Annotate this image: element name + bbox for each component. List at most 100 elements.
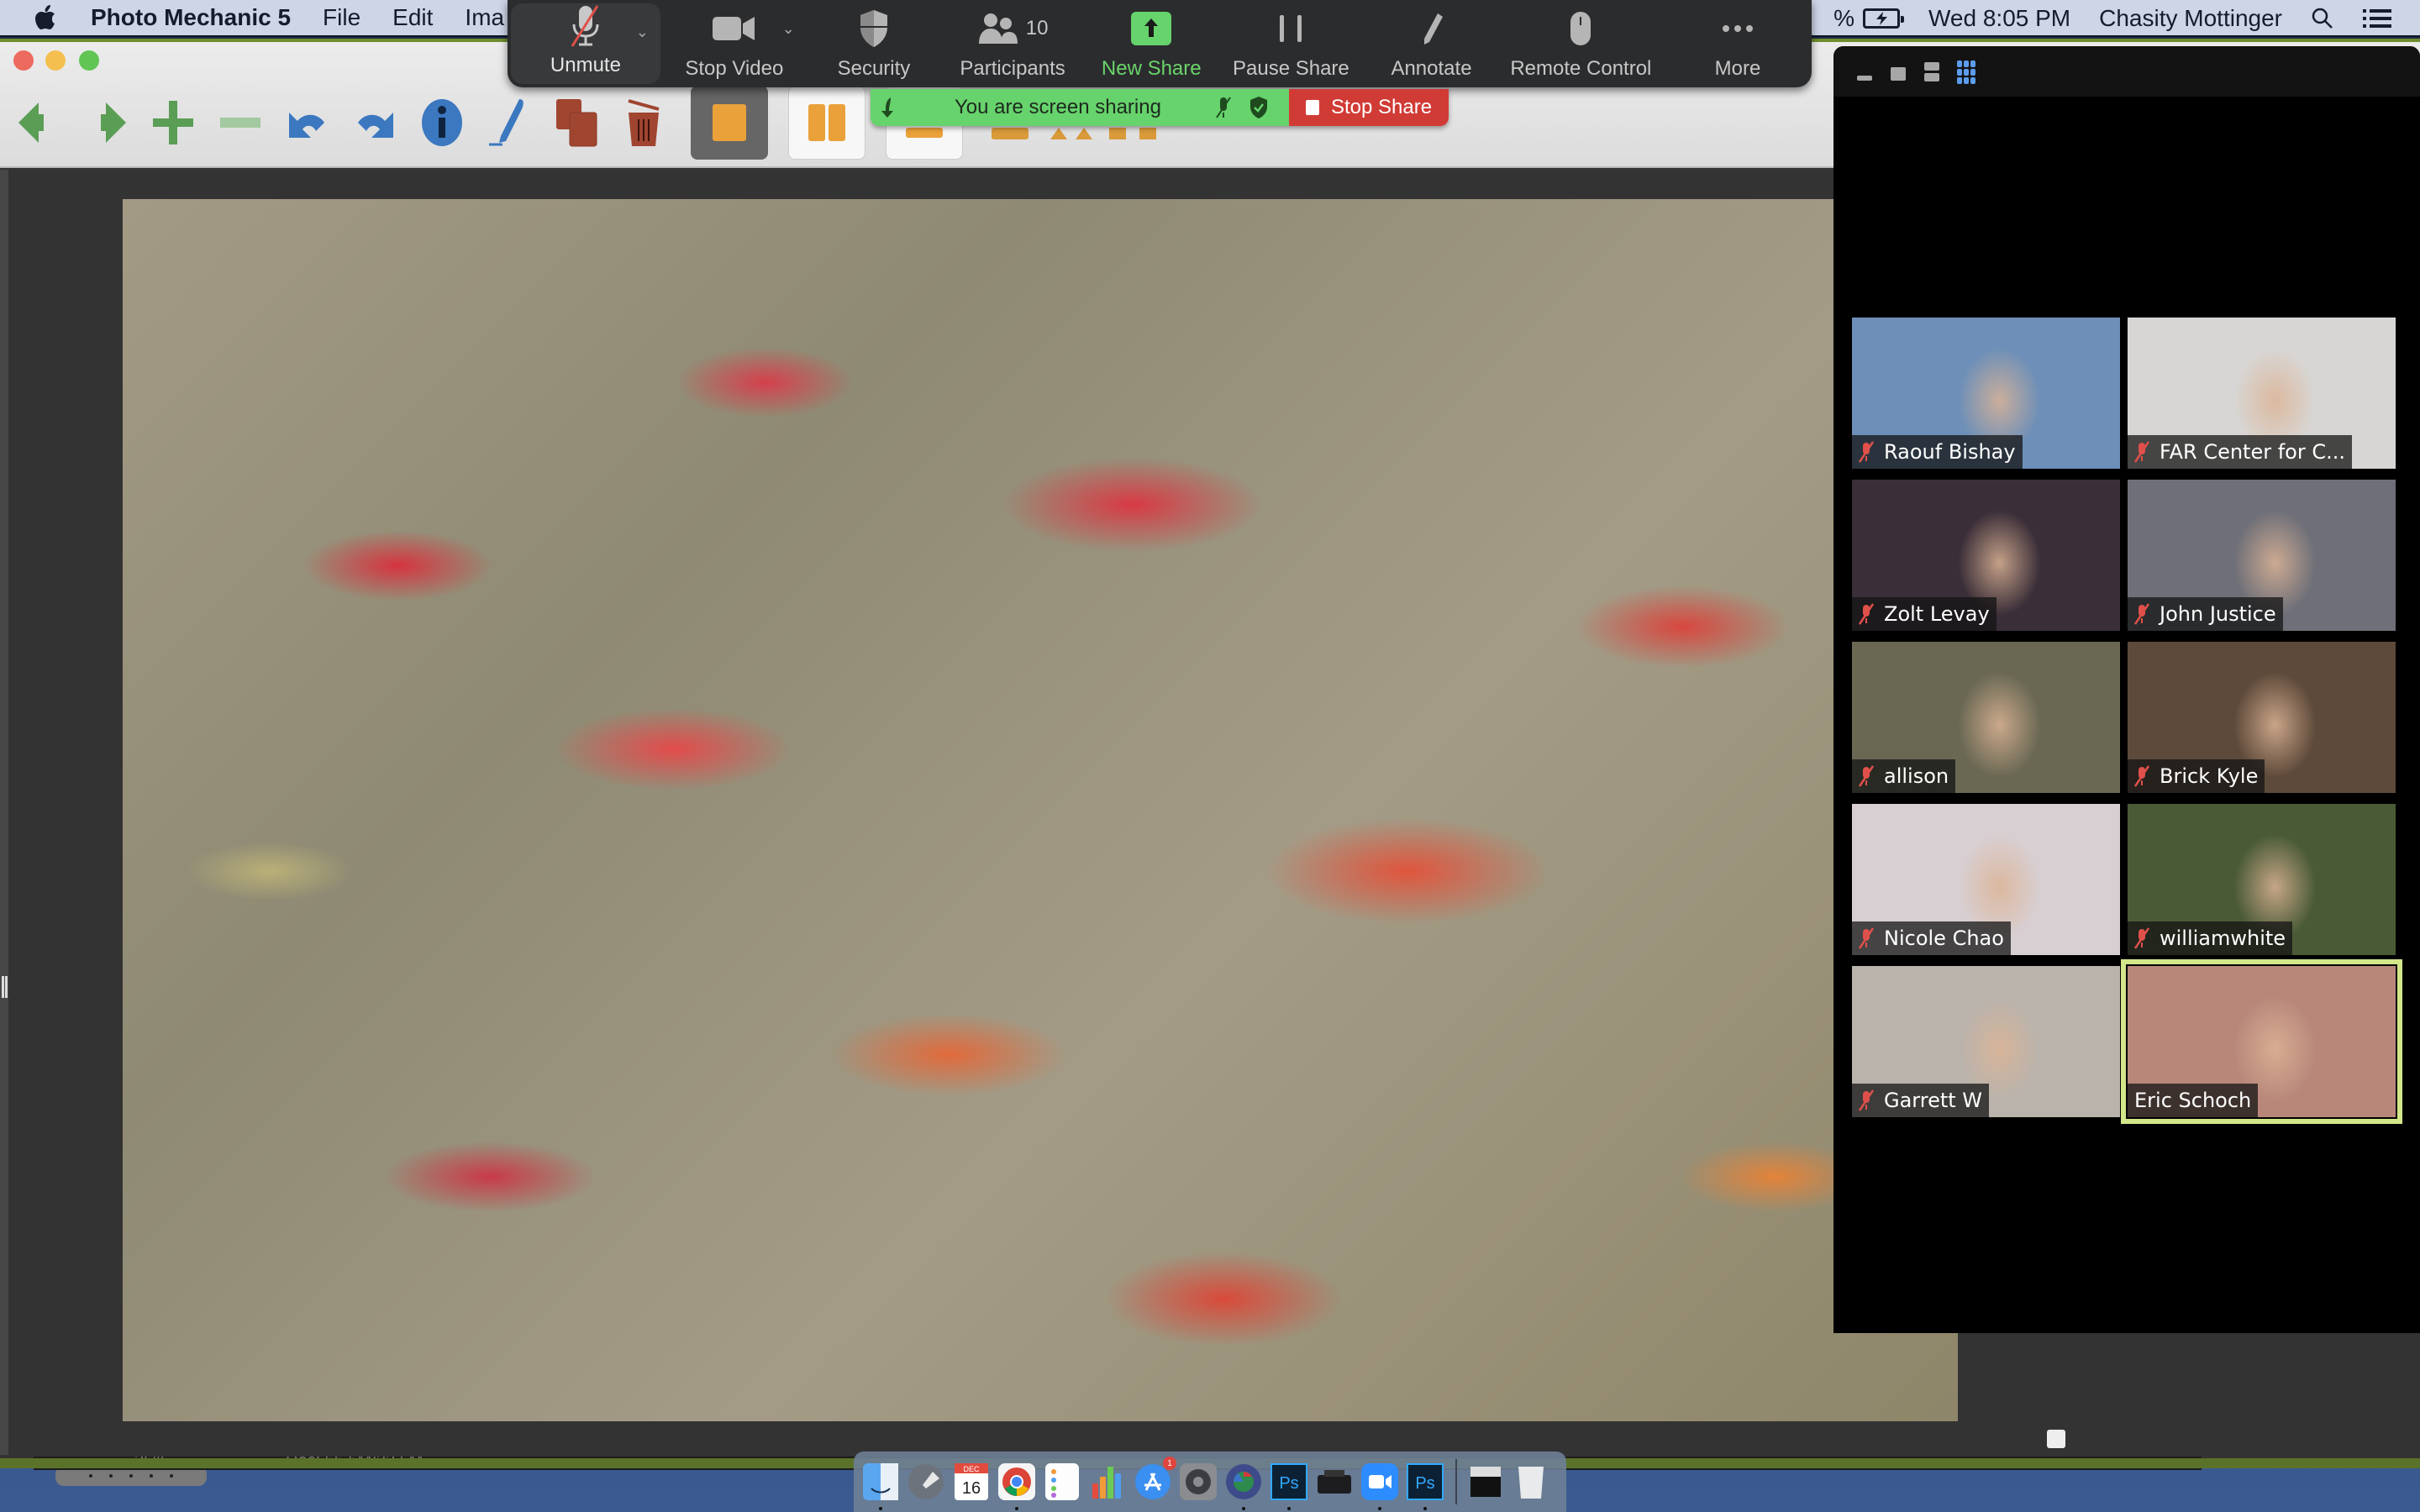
- video-options-chevron-icon[interactable]: ⌄: [782, 20, 795, 38]
- participant-name: Brick Kyle: [2160, 764, 2259, 788]
- participant-name-tag: Eric Schoch: [2128, 1084, 2259, 1117]
- participant-tile[interactable]: williamwhite: [2128, 804, 2396, 955]
- pause-share-button[interactable]: Pause Share: [1217, 0, 1365, 87]
- unmute-button[interactable]: Unmute ⌄: [511, 3, 660, 84]
- participant-tile[interactable]: Eric Schoch: [2121, 959, 2402, 1124]
- gallery-header: [1833, 46, 2420, 97]
- participant-tile[interactable]: Brick Kyle: [2128, 642, 2396, 793]
- window-close-button[interactable]: [13, 50, 34, 71]
- microphone-muted-icon: [2134, 765, 2149, 787]
- gallery-view-button[interactable]: [1956, 59, 1976, 84]
- edit-button[interactable]: [479, 89, 539, 156]
- new-share-button[interactable]: New Share: [1086, 0, 1217, 87]
- notification-center-icon[interactable]: [2363, 8, 2391, 29]
- speaker-view-button[interactable]: [1889, 59, 1906, 84]
- next-button[interactable]: [76, 89, 136, 156]
- minimize-video-button[interactable]: [1855, 59, 1872, 84]
- two-frame-icon: [808, 104, 845, 141]
- app-menu[interactable]: Photo Mechanic 5: [91, 4, 291, 31]
- participant-tile[interactable]: allison: [1852, 642, 2120, 793]
- vertical-scroll-thumb[interactable]: [2047, 1430, 2065, 1448]
- microphone-muted-icon: [1859, 765, 1874, 787]
- participant-name-tag: FAR Center for C...: [2128, 435, 2353, 469]
- participant-name: Eric Schoch: [2134, 1089, 2252, 1112]
- participant-name-tag: Brick Kyle: [2128, 759, 2265, 793]
- panel-resize-handle[interactable]: [0, 976, 8, 998]
- microphone-muted-icon: [1859, 603, 1874, 625]
- dock-trash[interactable]: [1512, 1463, 1549, 1500]
- dock-photoshop-2[interactable]: Ps: [1407, 1463, 1444, 1510]
- participant-name: FAR Center for C...: [2160, 440, 2346, 464]
- redo-button[interactable]: [345, 89, 405, 156]
- single-frame-icon: [713, 104, 746, 141]
- participant-tile[interactable]: Garrett W: [1852, 966, 2120, 1117]
- menu-file[interactable]: File: [323, 4, 360, 31]
- window-minimize-button[interactable]: [45, 50, 66, 71]
- window-zoom-button[interactable]: [79, 50, 99, 71]
- dock-calendar[interactable]: DEC 16: [953, 1463, 990, 1500]
- remote-control-button[interactable]: Remote Control: [1498, 0, 1664, 87]
- add-button[interactable]: [143, 89, 203, 156]
- participant-grid: Raouf Bishay FAR Center for C... Zolt Leva…: [1852, 318, 2402, 1124]
- menu-image[interactable]: Ima: [465, 4, 504, 31]
- previous-button[interactable]: [8, 89, 69, 156]
- dock-app-store[interactable]: 1: [1134, 1457, 1176, 1500]
- side-by-side-view-button[interactable]: [1923, 59, 1939, 84]
- participant-tile[interactable]: Nicole Chao: [1852, 804, 2120, 955]
- info-button[interactable]: [412, 89, 472, 156]
- stop-share-button[interactable]: Stop Share: [1289, 89, 1449, 126]
- zoom-gallery-panel: Raouf Bishay FAR Center for C... Zolt Leva…: [1833, 46, 2420, 1333]
- spotlight-search-icon[interactable]: [2311, 7, 2334, 30]
- security-shield-check-icon[interactable]: [1249, 96, 1269, 119]
- participant-name: Garrett W: [1884, 1089, 1983, 1112]
- dock-launchpad[interactable]: [908, 1463, 944, 1500]
- pencil-icon: [1423, 13, 1443, 45]
- clock[interactable]: Wed 8:05 PM: [1928, 5, 2070, 32]
- participant-tile[interactable]: Raouf Bishay: [1852, 318, 2120, 469]
- stop-video-button[interactable]: Stop Video ⌄: [660, 0, 808, 87]
- battery-icon[interactable]: [1863, 8, 1904, 29]
- undo-button[interactable]: [277, 89, 338, 156]
- menu-edit[interactable]: Edit: [392, 4, 433, 31]
- audio-options-chevron-icon[interactable]: ⌄: [636, 24, 649, 41]
- dock-photoshop-1[interactable]: Ps: [1270, 1463, 1307, 1510]
- single-view-button[interactable]: [691, 86, 768, 160]
- pause-icon: [1280, 15, 1302, 42]
- sharing-status[interactable]: You are screen sharing: [871, 89, 1289, 126]
- participant-name-tag: John Justice: [2128, 597, 2283, 631]
- annotate-button[interactable]: Annotate: [1365, 0, 1497, 87]
- participant-tile[interactable]: John Justice: [2128, 480, 2396, 631]
- unmute-label: Unmute: [550, 54, 621, 76]
- preview-photo[interactable]: [123, 199, 1958, 1421]
- user-name[interactable]: Chasity Mottinger: [2099, 5, 2282, 32]
- dock-screenshot-stack[interactable]: [1467, 1463, 1504, 1500]
- participant-tile[interactable]: FAR Center for C...: [2128, 318, 2396, 469]
- dock-zoom[interactable]: [1361, 1463, 1398, 1510]
- dock-printer[interactable]: [1316, 1463, 1353, 1500]
- dock-photo-mechanic[interactable]: [1225, 1463, 1262, 1510]
- participant-tile[interactable]: Zolt Levay: [1852, 480, 2120, 631]
- printer-icon: [1318, 1470, 1351, 1494]
- two-up-view-button[interactable]: [788, 86, 865, 160]
- dock-system-preferences[interactable]: [1180, 1463, 1217, 1500]
- microphone-muted-icon[interactable]: [1215, 96, 1232, 119]
- dock-chrome[interactable]: [998, 1463, 1035, 1510]
- security-button[interactable]: Security: [808, 0, 939, 87]
- remove-button[interactable]: [210, 89, 271, 156]
- participant-name: Zolt Levay: [1884, 602, 1990, 626]
- apple-icon[interactable]: [32, 3, 57, 32]
- annotate-label: Annotate: [1391, 57, 1472, 80]
- more-label: More: [1714, 57, 1761, 80]
- dock-numbers[interactable]: [1089, 1463, 1126, 1500]
- dock-reminders[interactable]: [1044, 1463, 1081, 1500]
- sharing-status-text: You are screen sharing: [955, 96, 1161, 118]
- copy-button[interactable]: [546, 89, 607, 156]
- remote-control-label: Remote Control: [1510, 57, 1652, 80]
- dock-finder[interactable]: [862, 1463, 899, 1510]
- more-button[interactable]: More: [1664, 0, 1812, 87]
- participants-button[interactable]: 10 Participants: [939, 0, 1086, 87]
- svg-text:DEC: DEC: [963, 1465, 980, 1473]
- aperture-gear-icon: [1226, 1464, 1261, 1499]
- video-camera-icon: [712, 17, 755, 40]
- delete-button[interactable]: [613, 89, 674, 156]
